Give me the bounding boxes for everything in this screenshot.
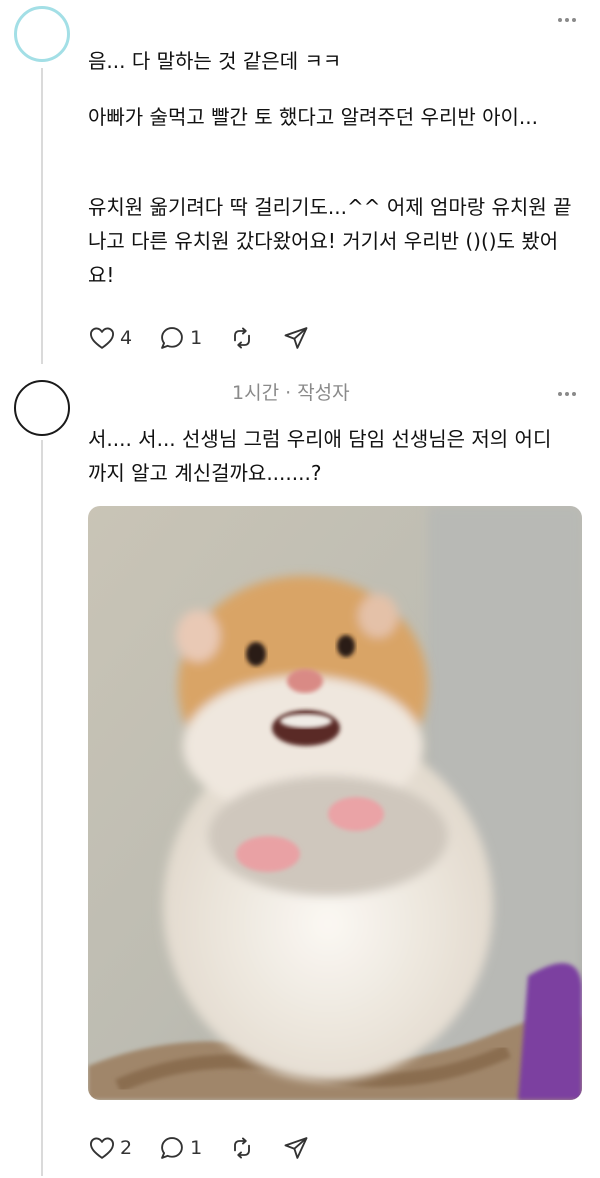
action-bar: 2 1 <box>88 1134 336 1162</box>
share-button[interactable] <box>282 1134 310 1162</box>
share-button[interactable] <box>282 324 310 352</box>
comment-text: 서.... 서... 선생님 그럼 우리애 담임 선생님은 저의 어디까지 알고… <box>88 427 552 485</box>
action-bar: 4 1 <box>88 324 336 352</box>
comment-icon <box>161 1137 183 1159</box>
reply-button[interactable]: 1 <box>158 324 202 352</box>
more-dots-icon[interactable] <box>558 392 576 396</box>
reply-count: 1 <box>190 1137 203 1159</box>
like-count: 2 <box>120 1137 133 1159</box>
more-dots-icon[interactable] <box>558 18 576 22</box>
comment-icon <box>161 327 183 349</box>
reply-count: 1 <box>190 327 203 349</box>
send-icon <box>284 327 308 349</box>
hamster-photo[interactable] <box>88 506 582 1100</box>
author-tag: 작성자 <box>297 382 350 404</box>
hamster-image <box>88 506 582 1100</box>
thread-line-1 <box>41 68 43 364</box>
repost-button[interactable] <box>228 1134 256 1162</box>
meta-separator: · <box>285 382 292 404</box>
like-button[interactable]: 4 <box>88 324 132 352</box>
avatar[interactable] <box>14 6 70 62</box>
comment-text: 아빠가 술먹고 빨간 토 했다고 알려주던 우리반 아이... <box>88 105 538 129</box>
reply-button[interactable]: 1 <box>158 1134 202 1162</box>
thread-line-2 <box>41 440 43 1176</box>
comment-text: 유치원 옮기려다 딱 걸리기도...^^ 어제 엄마랑 유치원 끝나고 다른 유… <box>88 195 572 287</box>
repost-icon <box>234 1137 251 1159</box>
comment-meta: 1시간 · 작성자 <box>232 378 350 405</box>
comment-text: 음... 다 말하는 것 같은데 ㅋㅋ <box>88 49 342 73</box>
heart-icon <box>89 327 115 349</box>
timestamp: 1시간 <box>232 382 280 404</box>
like-count: 4 <box>120 327 133 349</box>
repost-button[interactable] <box>228 324 256 352</box>
avatar[interactable] <box>14 380 70 436</box>
send-icon <box>284 1137 308 1159</box>
heart-icon <box>89 1137 115 1159</box>
like-button[interactable]: 2 <box>88 1134 132 1162</box>
repost-icon <box>234 327 251 349</box>
